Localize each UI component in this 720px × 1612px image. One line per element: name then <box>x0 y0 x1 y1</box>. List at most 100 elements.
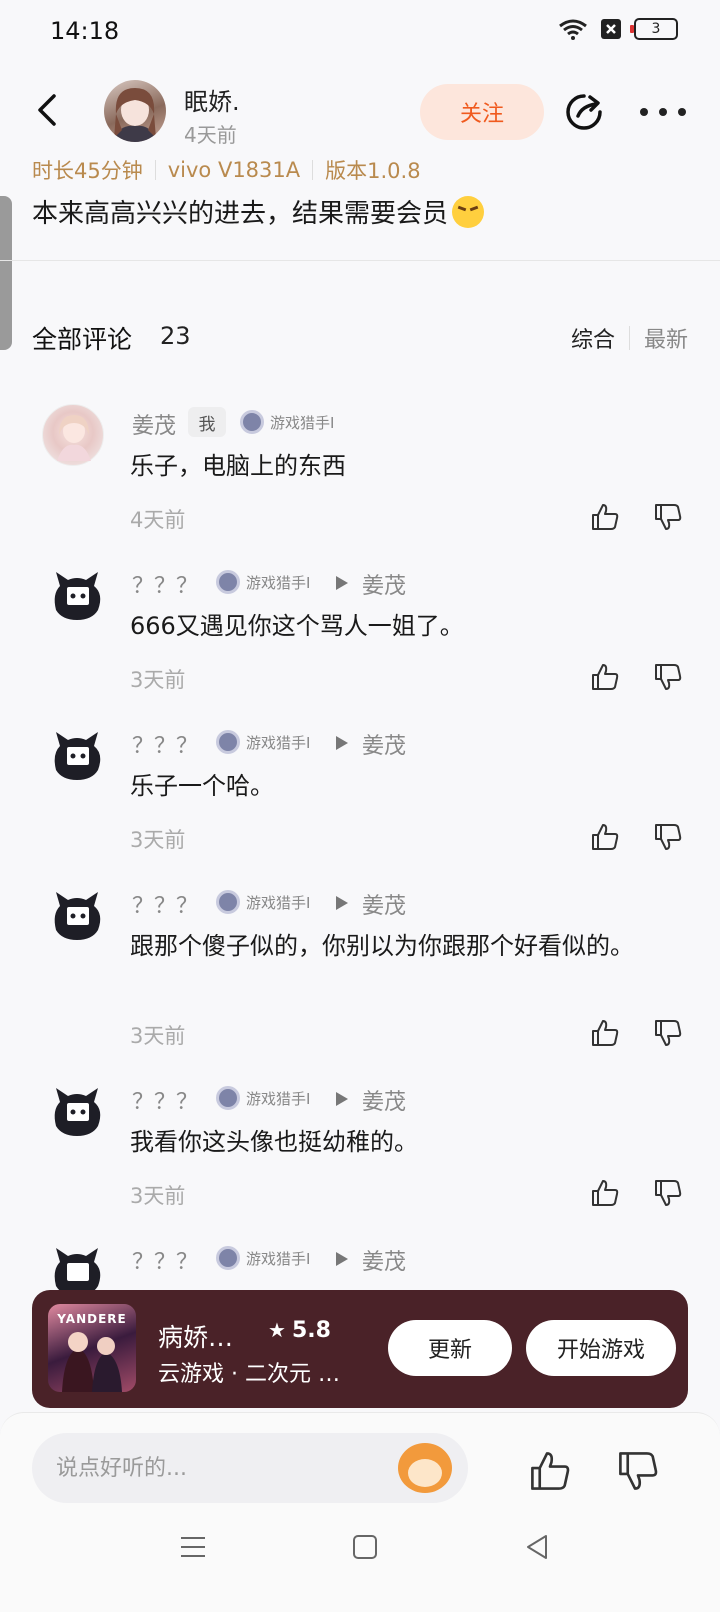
start-game-button[interactable]: 开始游戏 <box>526 1320 676 1376</box>
post-time: 4天前 <box>184 123 237 147</box>
commenter-name[interactable]: ？？？ <box>132 568 198 600</box>
thumbs-down-icon[interactable] <box>653 662 683 692</box>
comment-time: 3天前 <box>130 828 186 852</box>
reply-arrow-icon <box>336 736 348 750</box>
thumbs-up-icon[interactable] <box>590 502 620 532</box>
post-meta: 时长45分钟 vivo V1831A 版本1.0.8 <box>32 155 421 185</box>
commenter-name[interactable]: 姜茂 <box>132 408 176 440</box>
side-drawer-handle[interactable] <box>0 196 12 350</box>
dot-icon <box>678 108 686 116</box>
dislike-post-icon[interactable] <box>616 1449 660 1493</box>
thumbs-up-icon[interactable] <box>590 662 620 692</box>
menu-icon[interactable] <box>178 1532 208 1562</box>
game-name[interactable]: 病娇… <box>158 1318 233 1354</box>
comments-header: 全部评论 23 综合 最新 <box>32 320 688 356</box>
commenter-avatar[interactable] <box>46 564 108 626</box>
thumbs-down-icon[interactable] <box>653 502 683 532</box>
me-tag: 我 <box>188 407 226 437</box>
game-thumbnail[interactable]: YANDERE <box>48 1304 136 1392</box>
commenter-avatar[interactable] <box>46 1080 108 1142</box>
reply-target[interactable]: 姜茂 <box>362 1244 406 1276</box>
update-button[interactable]: 更新 <box>388 1320 512 1376</box>
status-bar: 14:18 3 <box>0 0 720 64</box>
follow-button[interactable]: 关注 <box>420 84 544 140</box>
commenter-avatar[interactable] <box>46 724 108 786</box>
commenter-name[interactable]: ？？？ <box>132 728 198 760</box>
commenter-name[interactable]: ？？？ <box>132 1244 198 1276</box>
game-subtitle: 云游戏 · 二次元 … <box>158 1362 340 1387</box>
more-options-button[interactable] <box>640 104 686 120</box>
badge-icon <box>216 730 240 754</box>
reply-target[interactable]: 姜茂 <box>362 1084 406 1116</box>
thumbs-up-icon[interactable] <box>590 1178 620 1208</box>
level-badge: 游戏猎手I <box>216 890 310 914</box>
avatar-image <box>114 88 156 142</box>
comments-count: 23 <box>160 322 191 350</box>
game-thumbnail-title: YANDERE <box>57 1312 127 1326</box>
comment-time: 3天前 <box>130 668 186 692</box>
badge-icon <box>216 890 240 914</box>
reply-arrow-icon <box>336 1092 348 1106</box>
badge-label: 游戏猎手I <box>246 893 311 912</box>
commenter-name[interactable]: ？？？ <box>132 1084 198 1116</box>
level-badge: 游戏猎手I <box>216 1086 310 1110</box>
sort-latest[interactable]: 最新 <box>644 322 688 354</box>
status-icons: 3 <box>558 18 678 40</box>
badge-label: 游戏猎手I <box>246 573 311 592</box>
reply-arrow-icon <box>336 896 348 910</box>
emoji-sticker-icon[interactable] <box>398 1443 452 1493</box>
thumbs-up-icon[interactable] <box>590 822 620 852</box>
sim-off-icon <box>601 19 621 39</box>
thumbs-down-icon[interactable] <box>653 1178 683 1208</box>
star-icon: ★ <box>268 1318 286 1342</box>
meta-divider <box>154 160 156 180</box>
share-icon[interactable] <box>564 92 604 132</box>
author-avatar[interactable] <box>104 80 166 142</box>
badge-label: 游戏猎手I <box>246 1249 311 1268</box>
meta-divider <box>312 160 314 180</box>
thumbs-up-icon[interactable] <box>590 1018 620 1048</box>
sort-comprehensive[interactable]: 综合 <box>571 322 615 354</box>
system-nav-bar <box>0 1532 720 1612</box>
status-time: 14:18 <box>50 17 120 45</box>
comment-time: 4天前 <box>130 508 186 532</box>
badge-icon <box>240 410 264 434</box>
like-post-icon[interactable] <box>528 1449 572 1493</box>
game-banner[interactable]: YANDERE 病娇… ★ 5.8 云游戏 · 二次元 … 更新 开始游戏 <box>32 1290 688 1408</box>
battery-icon: 3 <box>630 18 678 40</box>
commenter-name[interactable]: ？？？ <box>132 888 198 920</box>
dot-icon <box>659 108 667 116</box>
badge-label: 游戏猎手I <box>246 733 311 752</box>
reply-target[interactable]: 姜茂 <box>362 728 406 760</box>
reply-arrow-icon <box>336 1252 348 1266</box>
comment-text: 666又遇见你这个骂人一姐了。 <box>130 612 464 640</box>
badge-icon <box>216 1086 240 1110</box>
home-icon[interactable] <box>350 1532 380 1562</box>
comment-time: 3天前 <box>130 1024 186 1048</box>
sort-switch: 综合 最新 <box>571 322 688 354</box>
level-badge: 游戏猎手I <box>240 410 334 434</box>
comment-text: 乐子，电脑上的东西 <box>130 452 346 480</box>
app-version: 版本1.0.8 <box>325 159 421 183</box>
wifi-icon <box>559 19 587 40</box>
post-header: 眠娇. 4天前 关注 <box>0 64 720 154</box>
section-divider <box>0 260 720 261</box>
reply-target[interactable]: 姜茂 <box>362 568 406 600</box>
commenter-avatar[interactable] <box>42 404 104 466</box>
reply-target[interactable]: 姜茂 <box>362 888 406 920</box>
angry-emoji-icon <box>452 195 485 228</box>
comments-title: 全部评论 <box>32 325 133 354</box>
level-badge: 游戏猎手I <box>216 1246 310 1270</box>
avatar-image <box>57 415 91 461</box>
commenter-avatar[interactable] <box>46 884 108 946</box>
thumbs-down-icon[interactable] <box>653 1018 683 1048</box>
post-text: 本来高高兴兴的进去，结果需要会员 <box>32 199 449 229</box>
nav-back-icon[interactable] <box>522 1532 552 1562</box>
thumbs-down-icon[interactable] <box>653 822 683 852</box>
author-name[interactable]: 眠娇. <box>184 82 240 117</box>
post-body: 本来高高兴兴的进去，结果需要会员 <box>32 193 485 230</box>
comment-text: 我看你这头像也挺幼稚的。 <box>130 1128 418 1156</box>
back-button[interactable] <box>30 90 66 130</box>
reply-arrow-icon <box>336 576 348 590</box>
comment-text: 跟那个傻子似的，你别以为你跟那个好看似的。 <box>130 932 634 960</box>
